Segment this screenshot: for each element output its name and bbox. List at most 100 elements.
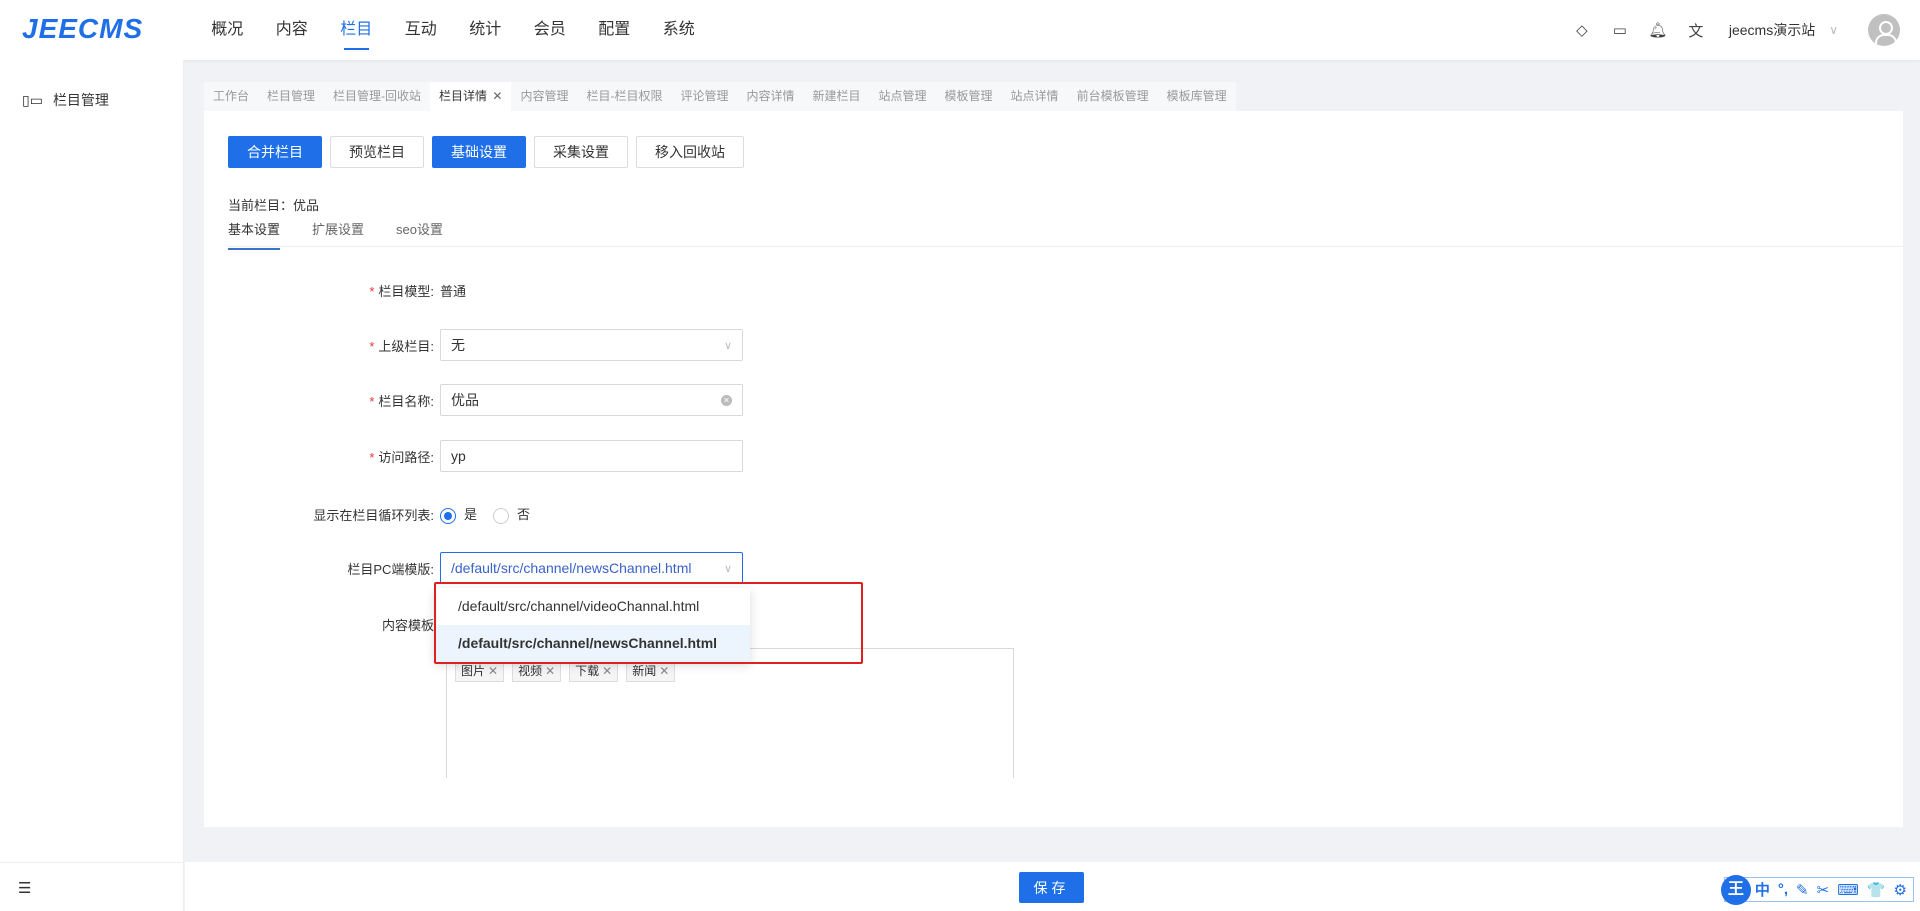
close-icon[interactable]: ✕ [488,664,498,678]
name-label: 栏目名称: [378,393,434,409]
parent-select[interactable]: 无 ∨ [440,329,743,361]
model-label: 栏目模型: [378,283,434,299]
ime-settings-icon[interactable]: ⚙ [1894,881,1907,899]
pc-template-label: 栏目PC端模版: [347,561,434,577]
sidebar-item-column-manage[interactable]: ▯▭ 栏目管理 [22,90,109,110]
pc-template-value: /default/src/channel/newsChannel.html [451,560,692,576]
nav-config[interactable]: 配置 [582,0,647,60]
collapse-menu-icon[interactable]: ☰ [18,879,31,897]
nav-column[interactable]: 栏目 [324,0,389,60]
tag-download: 下载 ✕ [569,659,619,682]
monitor-icon[interactable]: ▭ [1601,21,1639,39]
collect-settings-button[interactable]: 采集设置 [534,136,628,168]
radio-no-label: 否 [517,507,531,523]
layout-icon: ▯▭ [22,91,43,108]
top-header: JEECMS 概况 内容 栏目 互动 统计 会员 配置 系统 ◇ ▭ 🔔︎ 文 … [0,0,1920,60]
nav-system[interactable]: 系统 [647,0,712,60]
pc-template-dropdown: /default/src/channel/videoChannal.html /… [435,588,750,662]
translate-icon[interactable]: 文 [1677,20,1715,41]
close-icon[interactable]: ✕ [659,664,669,678]
ime-toolbar: 王 中 °, ✎ ✂ ⌨ 👕 ⚙ [1720,875,1914,905]
tag-video: 视频 ✕ [512,659,562,682]
footer-bar: 保存 王 中 °, ✎ ✂ ⌨ 👕 ⚙ [185,862,1920,911]
tab-site-manage[interactable]: 站点管理 [870,82,936,111]
tab-column-detail[interactable]: 栏目详情 ✕ [430,82,512,111]
close-icon[interactable]: ✕ [602,664,612,678]
tab-content-detail[interactable]: 内容详情 [737,82,803,111]
save-button[interactable]: 保存 [1019,872,1084,903]
show-label: 显示在栏目循环列表: [313,507,434,523]
subtab-extended[interactable]: 扩展设置 [312,217,364,246]
tab-comment-manage[interactable]: 评论管理 [671,82,737,111]
radio-yes[interactable]: 是 [440,504,477,524]
main-nav: 概况 内容 栏目 互动 统计 会员 配置 系统 [195,0,711,60]
path-input[interactable]: yp [440,440,743,472]
tab-column-permission[interactable]: 栏目-栏目权限 [577,82,671,111]
tab-workbench[interactable]: 工作台 [204,82,258,111]
chevron-down-icon: ∨ [723,562,732,575]
content-panel: 合并栏目 预览栏目 基础设置 采集设置 移入回收站 当前栏目：优品 基本设置 扩… [204,111,1903,827]
content-template-label: 内容模板 [381,617,434,633]
tab-column-manage[interactable]: 栏目管理 [258,82,324,111]
tab-template-library[interactable]: 模板库管理 [1158,82,1236,111]
path-value: yp [451,448,466,464]
subtab-basic[interactable]: 基本设置 [228,217,281,250]
bell-icon[interactable]: 🔔︎ [1639,21,1677,39]
tag-label: 图片 [461,664,486,678]
nav-content[interactable]: 内容 [260,0,325,60]
dropdown-option[interactable]: /default/src/channel/videoChannal.html [435,588,750,625]
chevron-down-icon[interactable]: ∨ [1829,23,1838,37]
close-icon[interactable]: ✕ [490,89,502,103]
radio-no[interactable]: 否 [493,504,530,524]
avatar[interactable] [1868,14,1900,46]
nav-overview[interactable]: 概况 [195,0,260,60]
tag-image: 图片 ✕ [455,659,505,682]
tag-label: 下载 [575,664,600,678]
radio-yes-label: 是 [464,507,478,523]
merge-column-button[interactable]: 合并栏目 [228,136,322,168]
pc-template-select[interactable]: /default/src/channel/newsChannel.html ∨ [440,552,743,584]
model-value: 普通 [440,283,467,299]
close-icon[interactable]: ✕ [545,664,555,678]
divider [0,862,183,863]
tab-column-recycle[interactable]: 栏目管理-回收站 [324,82,430,111]
dropdown-option-selected[interactable]: /default/src/channel/newsChannel.html [435,625,750,662]
ime-scissors-icon[interactable]: ✂ [1817,881,1830,899]
tag-label: 新闻 [632,664,657,678]
nav-interaction[interactable]: 互动 [389,0,454,60]
ime-punctuation-icon[interactable]: °, [1778,881,1788,898]
name-value: 优品 [451,392,479,408]
parent-value: 无 [451,337,465,353]
nav-statistics[interactable]: 统计 [453,0,518,60]
ime-chinese-icon[interactable]: 中 [1755,879,1770,900]
tab-frontend-template[interactable]: 前台模板管理 [1068,82,1158,111]
ime-skin-icon[interactable]: 👕 [1867,881,1886,899]
tab-template-manage[interactable]: 模板管理 [936,82,1002,111]
content-template-box[interactable]: 图片 ✕ 视频 ✕ 下载 ✕ 新闻 ✕ [446,648,1014,778]
logo: JEECMS [22,13,144,44]
current-column: 当前栏目：优品 [228,198,320,213]
nav-members[interactable]: 会员 [518,0,583,60]
parent-label: 上级栏目: [378,338,434,354]
site-selector[interactable]: jeecms演示站 [1729,20,1815,40]
move-to-recycle-button[interactable]: 移入回收站 [636,136,744,168]
tab-label: 栏目详情 [439,89,488,103]
preview-column-button[interactable]: 预览栏目 [330,136,424,168]
ime-keyboard-icon[interactable]: ⌨ [1837,881,1859,899]
ime-pen-icon[interactable]: ✎ [1796,881,1809,899]
chevron-down-icon: ∨ [723,339,732,352]
sidebar: ▯▭ 栏目管理 ☰ [0,60,184,911]
tab-new-column[interactable]: 新建栏目 [804,82,870,111]
clear-icon[interactable]: ✕ [721,394,732,406]
ime-logo[interactable]: 王 [1720,875,1751,905]
tab-site-detail[interactable]: 站点详情 [1002,82,1068,111]
path-label: 访问路径: [378,449,434,465]
tab-content-manage[interactable]: 内容管理 [511,82,577,111]
name-input[interactable]: 优品 ✕ [440,384,743,416]
tag-label: 视频 [518,664,543,678]
theme-icon[interactable]: ◇ [1563,21,1601,39]
basic-settings-button[interactable]: 基础设置 [432,136,526,168]
subtab-seo[interactable]: seo设置 [396,217,443,246]
page-tabs: 工作台 栏目管理 栏目管理-回收站 栏目详情 ✕ 内容管理 栏目-栏目权限 评论… [204,82,1236,111]
sidebar-item-label: 栏目管理 [52,92,109,108]
